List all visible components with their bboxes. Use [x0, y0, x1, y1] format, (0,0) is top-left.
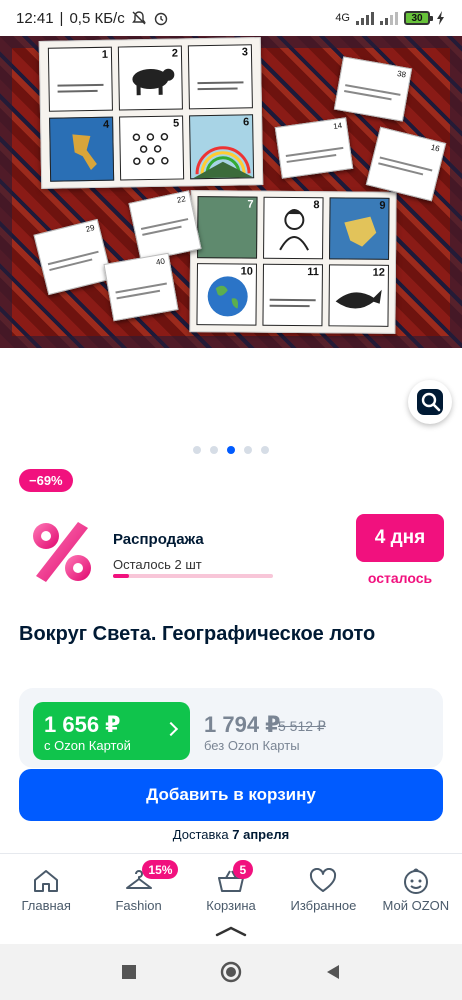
fashion-badge: 15%	[142, 860, 179, 879]
recent-apps-icon[interactable]	[121, 964, 137, 980]
regular-price-label: без Ozon Карты	[204, 738, 300, 753]
status-bar: 12:41 | 0,5 КБ/с 4G 30	[0, 0, 462, 36]
sale-title: Распродажа	[113, 531, 204, 548]
nav-profile[interactable]: Мой OZON	[370, 856, 462, 916]
days-left-badge: 4 дня	[356, 514, 444, 562]
ozon-card-price-button[interactable]: 1 656 ₽ с Ozon Картой	[33, 702, 190, 760]
days-left-label: осталось	[367, 570, 433, 586]
stock-remaining: Осталось 2 шт	[113, 557, 202, 572]
delivery-date: 7 апреля	[232, 827, 290, 842]
image-search-icon	[417, 389, 443, 415]
lotto-board-2: 7 8 9 10 11 12	[189, 190, 397, 334]
board-cell: 7	[197, 196, 258, 259]
profile-face-icon	[403, 868, 428, 894]
product-image[interactable]: 1 2 3 4 5 6 7 8 9 10 11 12 38 14 16 22 2…	[0, 36, 462, 348]
system-nav-bar	[0, 944, 462, 1000]
product-title: Вокруг Света. Географическое лото	[19, 623, 376, 645]
ozon-card-label: с Ozon Картой	[44, 738, 131, 753]
home-circle-icon[interactable]	[220, 961, 242, 983]
loose-card: 14	[274, 117, 354, 179]
alarm-icon	[154, 12, 167, 26]
board-cell: 5	[119, 115, 185, 181]
board-cell: 1	[47, 46, 113, 112]
board-cell: 9	[329, 197, 390, 260]
ozon-card-price: 1 656 ₽	[44, 712, 121, 737]
signal-icon	[356, 11, 374, 25]
nav-cart[interactable]: Корзина 5	[185, 856, 277, 916]
board-cell: 6	[189, 114, 255, 180]
image-search-button[interactable]	[408, 380, 452, 424]
delivery-prefix: Доставка	[172, 827, 229, 842]
status-time: 12:41	[16, 9, 54, 27]
pagination-dot[interactable]	[210, 446, 218, 454]
home-icon	[34, 870, 59, 892]
signal-icon-2	[380, 11, 398, 25]
loose-card: 40	[103, 252, 179, 322]
back-icon[interactable]	[325, 964, 341, 980]
chevron-right-icon	[163, 721, 179, 737]
pagination-dot[interactable]	[261, 446, 269, 454]
sheet-handle[interactable]	[0, 918, 462, 944]
board-cell: 4	[49, 116, 115, 182]
percent-icon	[33, 522, 91, 582]
old-price: 5 512 ₽	[278, 718, 326, 734]
battery-icon: 30	[404, 11, 433, 25]
pagination-dot-active[interactable]	[227, 446, 235, 454]
nav-favorites[interactable]: Избранное	[277, 856, 369, 916]
network-type: 4G	[335, 12, 350, 24]
board-cell: 8	[263, 196, 324, 260]
nav-label: Fashion	[115, 898, 162, 913]
divider	[0, 853, 462, 854]
gallery-pagination	[0, 446, 462, 454]
regular-price: 1 794 ₽	[204, 712, 281, 737]
delivery-info: Доставка 7 апреля	[0, 827, 462, 842]
status-speed: 0,5 КБ/с	[69, 9, 125, 27]
add-to-cart-button[interactable]: Добавить в корзину	[19, 769, 443, 821]
mute-icon	[131, 11, 146, 25]
board-cell: 2	[117, 45, 183, 111]
nav-label: Мой OZON	[382, 898, 450, 913]
price-block: 1 656 ₽ с Ozon Картой 1 794 ₽ 5 512 ₽ бе…	[19, 688, 443, 768]
nav-home[interactable]: Главная	[0, 856, 92, 916]
board-cell: 3	[187, 44, 253, 110]
pagination-dot[interactable]	[193, 446, 201, 454]
loose-card: 22	[128, 190, 202, 262]
pagination-dot[interactable]	[244, 446, 252, 454]
nav-fashion[interactable]: Fashion 15%	[92, 856, 184, 916]
stock-progress	[113, 574, 273, 578]
nav-label: Корзина	[206, 898, 256, 913]
board-cell: 12	[328, 264, 389, 327]
nav-label: Избранное	[290, 898, 357, 913]
bottom-nav: Главная Fashion 15% Корзина 5 Избранное …	[0, 856, 462, 916]
nav-label: Главная	[21, 898, 71, 913]
chevron-up-icon	[215, 926, 247, 937]
heart-icon	[310, 868, 337, 892]
lotto-board-1: 1 2 3 4 5 6	[38, 37, 264, 189]
discount-badge: −69%	[19, 469, 73, 492]
board-cell: 10	[196, 263, 257, 326]
charging-icon	[437, 11, 444, 25]
stock-progress-fill	[113, 574, 129, 578]
board-cell: 11	[262, 263, 323, 327]
cart-count-badge: 5	[232, 860, 253, 879]
